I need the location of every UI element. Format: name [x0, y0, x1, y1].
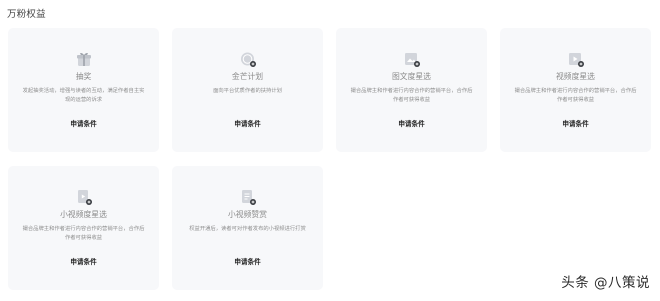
card-title: 图文度星选	[392, 72, 431, 81]
card-title: 小视频度星选	[60, 210, 107, 219]
image-doc-icon	[403, 50, 421, 68]
card-title: 抽奖	[75, 72, 92, 81]
gift-icon	[75, 50, 93, 68]
card-description: 面向平台优质作者的扶持计划	[213, 88, 282, 94]
card-description: 权益开通后，读者可对作者发布的小视频进行打赏	[189, 226, 306, 232]
section-title: 万粉权益	[7, 9, 46, 20]
benefit-card-jinmang-plan[interactable]: 金芒计划 面向平台优质作者的扶持计划 申请条件	[172, 28, 323, 152]
reward-doc-icon	[239, 188, 257, 206]
benefit-card-lottery[interactable]: 抽奖 发起抽奖活动，增强与读者的互动，满足作者自主实现的运营的诉求 申请条件	[8, 28, 159, 152]
benefit-card-short-video-star-select[interactable]: 小视频度星选 撮合品牌主和作者进行内容合作的营销平台，合作后作者可获得收益 申请…	[8, 166, 159, 290]
video-doc-icon	[567, 50, 585, 68]
benefit-card-image-star-select[interactable]: 图文度星选 撮合品牌主和作者进行内容合作的营销平台，合作后作者可获得收益 申请条…	[336, 28, 487, 152]
benefits-grid: 抽奖 发起抽奖活动，增强与读者的互动，满足作者自主实现的运营的诉求 申请条件 金…	[8, 28, 656, 290]
apply-conditions-link[interactable]: 申请条件	[70, 118, 96, 128]
card-description: 撮合品牌主和作者进行内容合作的营销平台，合作后作者可获得收益	[514, 88, 637, 103]
card-description: 发起抽奖活动，增强与读者的互动，满足作者自主实现的运营的诉求	[22, 88, 145, 103]
apply-conditions-link[interactable]: 申请条件	[398, 118, 424, 128]
short-video-doc-icon	[75, 188, 93, 206]
coin-icon	[239, 50, 257, 68]
apply-conditions-link[interactable]: 申请条件	[70, 256, 96, 266]
page: 万粉权益 抽奖 发起抽奖活动，增强与读者的互动，满足作者自主实现的运营的诉求 申…	[0, 0, 660, 301]
apply-conditions-link[interactable]: 申请条件	[562, 118, 588, 128]
benefit-card-video-star-select[interactable]: 视频度星选 撮合品牌主和作者进行内容合作的营销平台，合作后作者可获得收益 申请条…	[500, 28, 651, 152]
apply-conditions-link[interactable]: 申请条件	[234, 118, 260, 128]
card-description: 撮合品牌主和作者进行内容合作的营销平台，合作后作者可获得收益	[350, 88, 473, 103]
apply-conditions-link[interactable]: 申请条件	[234, 256, 260, 266]
card-title: 小视频赞赏	[228, 210, 267, 219]
watermark: 头条 @八策说	[561, 275, 650, 291]
card-title: 金芒计划	[231, 72, 264, 81]
card-title: 视频度星选	[556, 72, 595, 81]
benefit-card-short-video-reward[interactable]: 小视频赞赏 权益开通后，读者可对作者发布的小视频进行打赏 申请条件	[172, 166, 323, 290]
card-description: 撮合品牌主和作者进行内容合作的营销平台，合作后作者可获得收益	[22, 226, 145, 241]
